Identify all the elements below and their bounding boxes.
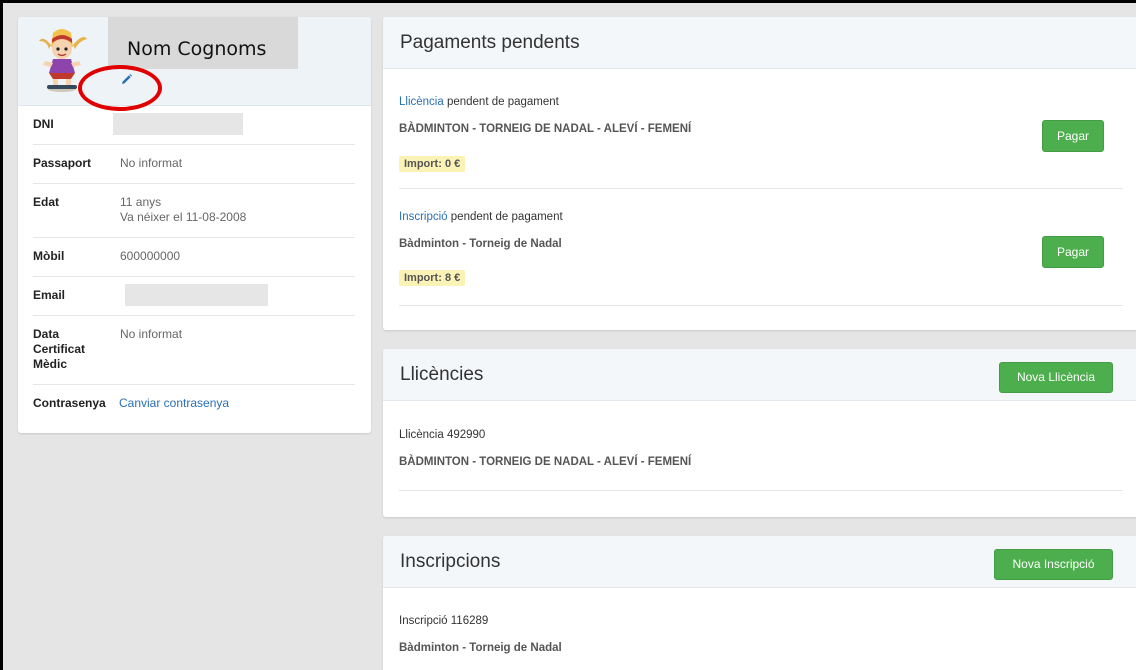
app-frame: Nom Cognoms DNI Passaport No informat Ed… — [0, 0, 1136, 670]
label-passport: Passaport — [33, 156, 92, 170]
payment-entry: Inscripció pendent de pagament Bàdminton… — [399, 189, 1123, 306]
payment-import-wrap: Import: 8 € — [399, 268, 466, 286]
licences-header: Llicències Nova Llicència — [383, 349, 1136, 401]
pending-payments-header: Pagaments pendents — [383, 17, 1136, 69]
profile-name: Nom Cognoms — [127, 38, 267, 60]
payment-status-line: Llicència pendent de pagament — [399, 96, 559, 108]
new-inscription-button[interactable]: Nova Inscripció — [994, 549, 1113, 580]
payment-entry: Llicència pendent de pagament BÀDMINTON … — [399, 69, 1123, 189]
licences-title: Llicències — [400, 364, 484, 385]
value-medical-certificate: No informat — [120, 327, 183, 341]
licence-entry: Llicència 492990 BÀDMINTON - TORNEIG DE … — [399, 401, 1123, 491]
label-medical-certificate: Data Certificat Mèdic — [33, 327, 86, 371]
inscriptions-title: Inscripcions — [400, 551, 501, 572]
licence-link[interactable]: Llicència 492990 — [399, 429, 485, 441]
value-email — [125, 284, 355, 306]
payment-description: BÀDMINTON - TORNEIG DE NADAL - ALEVÍ - F… — [399, 123, 692, 135]
pending-payments-panel: Pagaments pendents Llicència pendent de … — [383, 17, 1136, 330]
payment-status: pendent de pagament — [447, 211, 563, 223]
payment-type-link[interactable]: Inscripció — [399, 211, 448, 223]
new-licence-button[interactable]: Nova Llicència — [999, 362, 1113, 393]
row-medical-certificate: Data Certificat Mèdic No informat — [33, 316, 355, 385]
inscriptions-panel: Inscripcions Nova Inscripció Inscripció … — [383, 536, 1136, 670]
label-mobile: Mòbil — [33, 249, 65, 263]
pencil-icon[interactable] — [119, 73, 133, 87]
email-redaction — [125, 284, 268, 306]
profile-info: DNI Passaport No informat Edat 11 anys V… — [18, 106, 371, 425]
avatar — [39, 29, 87, 92]
value-passport: No informat — [120, 156, 183, 170]
label-password: Contrasenya — [33, 396, 106, 410]
inscription-entry: Inscripció 116289 Bàdminton - Torneig de… — [399, 588, 1123, 670]
payment-import-wrap: Import: 0 € — [399, 154, 466, 172]
row-mobile: Mòbil 600000000 — [33, 238, 355, 277]
licences-panel: Llicències Nova Llicència Llicència 4929… — [383, 349, 1136, 517]
row-password: Contrasenya Canviar contrasenya — [33, 385, 355, 425]
inscription-link[interactable]: Inscripció 116289 — [399, 615, 488, 627]
pending-payments-body: Llicència pendent de pagament BÀDMINTON … — [383, 69, 1136, 306]
row-dni: DNI — [33, 106, 355, 145]
payment-status: pendent de pagament — [443, 96, 559, 108]
label-age: Edat — [33, 195, 60, 209]
value-age: 11 anys Va néixer el 11-08-2008 — [120, 195, 355, 226]
row-email: Email — [33, 277, 355, 316]
label-dni: DNI — [33, 117, 54, 131]
label-email: Email — [33, 288, 66, 302]
row-passport: Passaport No informat — [33, 145, 355, 184]
row-age: Edat 11 anys Va néixer el 11-08-2008 — [33, 184, 355, 238]
pay-button[interactable]: Pagar — [1042, 120, 1104, 152]
inscriptions-body: Inscripció 116289 Bàdminton - Torneig de… — [383, 588, 1136, 670]
profile-card: Nom Cognoms DNI Passaport No informat Ed… — [18, 17, 371, 433]
value-dni — [113, 113, 355, 135]
pending-payments-title: Pagaments pendents — [400, 32, 580, 53]
licence-description: BÀDMINTON - TORNEIG DE NADAL - ALEVÍ - F… — [399, 456, 692, 468]
payment-status-line: Inscripció pendent de pagament — [399, 211, 563, 223]
inscription-description: Bàdminton - Torneig de Nadal — [399, 642, 562, 654]
payment-type-link[interactable]: Llicència — [399, 96, 444, 108]
dni-redaction — [113, 113, 243, 135]
birth-date: Va néixer el 11-08-2008 — [120, 210, 247, 224]
payment-import: Import: 8 € — [399, 270, 466, 286]
pay-button[interactable]: Pagar — [1042, 236, 1104, 268]
payment-description: Bàdminton - Torneig de Nadal — [399, 238, 562, 250]
licences-body: Llicència 492990 BÀDMINTON - TORNEIG DE … — [383, 401, 1136, 491]
age-years: 11 anys — [120, 195, 162, 209]
payment-import: Import: 0 € — [399, 156, 466, 172]
profile-header: Nom Cognoms — [18, 17, 371, 111]
inscriptions-header: Inscripcions Nova Inscripció — [383, 536, 1136, 588]
value-mobile: 600000000 — [120, 249, 181, 263]
change-password-link[interactable]: Canviar contrasenya — [119, 396, 355, 414]
